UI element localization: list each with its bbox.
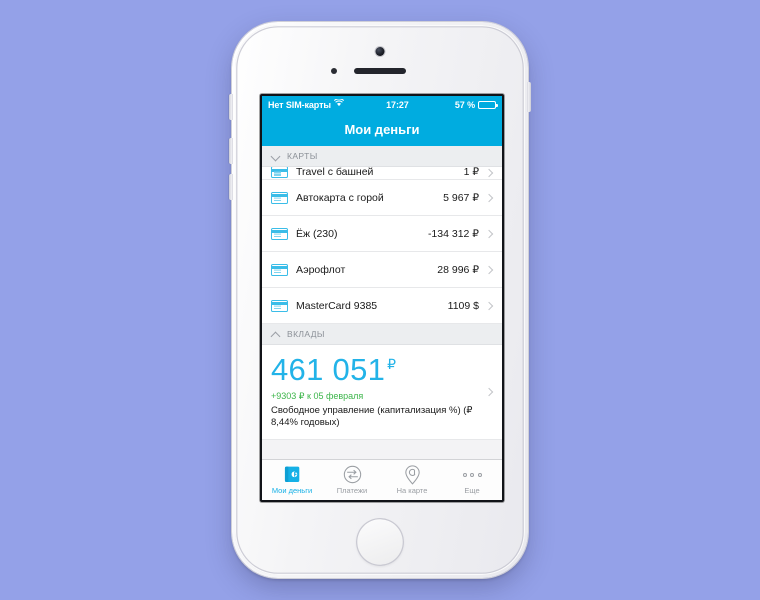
tab-label: На карте	[396, 486, 428, 495]
tab-my-money[interactable]: Мои деньги	[262, 460, 322, 500]
tab-payments[interactable]: Платежи	[322, 460, 382, 500]
map-pin-icon	[404, 464, 421, 485]
home-button[interactable]	[356, 518, 404, 566]
deposit-description: Свободное управление (капитализация %) (…	[271, 405, 473, 429]
chevron-right-icon	[484, 264, 495, 275]
card-name: Автокарта с горой	[296, 191, 384, 204]
phone-device: Нет SIM-карты 17:27 57 % Мои деньги КАРТ…	[229, 22, 531, 578]
volume-down-button[interactable]	[229, 174, 233, 200]
chevron-right-icon	[484, 167, 495, 178]
mute-switch-button[interactable]	[229, 94, 233, 120]
section-header-cards[interactable]: КАРТЫ	[262, 146, 502, 167]
clock-label: 17:27	[386, 99, 409, 110]
status-bar-right: 57 %	[454, 99, 498, 110]
screen-bezel: Нет SIM-карты 17:27 57 % Мои деньги КАРТ…	[260, 94, 504, 502]
card-name: MasterCard 9385	[296, 299, 378, 312]
credit-card-icon	[271, 263, 288, 276]
battery-percent-label: 57 %	[454, 99, 475, 110]
section-header-deposits[interactable]: ВКЛАДЫ	[262, 324, 502, 345]
card-name: Аэрофлот	[296, 263, 346, 276]
table-row[interactable]: Аэрофлот 28 996 ₽	[262, 252, 502, 288]
chevron-right-icon	[484, 300, 495, 311]
card-value: 1 ₽	[463, 167, 479, 178]
tab-on-map[interactable]: На карте	[382, 460, 442, 500]
transfer-icon	[343, 465, 362, 484]
table-row[interactable]: Ёж (230) -134 312 ₽	[262, 216, 502, 252]
more-dots-icon	[462, 465, 482, 484]
card-value: -134 312 ₽	[427, 227, 479, 240]
credit-card-icon	[271, 299, 288, 312]
credit-card-icon	[271, 227, 288, 240]
volume-up-button[interactable]	[229, 138, 233, 164]
deposit-amount-value: 461 051	[271, 352, 386, 387]
credit-card-icon	[271, 167, 288, 178]
phone-screen: Нет SIM-карты 17:27 57 % Мои деньги КАРТ…	[262, 96, 502, 500]
section-title-cards: КАРТЫ	[287, 151, 318, 161]
battery-icon	[478, 100, 498, 109]
table-row[interactable]: MasterCard 9385 1109 $	[262, 288, 502, 324]
proximity-sensor-icon	[331, 68, 337, 74]
deposit-row[interactable]: 461 051 ₽ +9303 ₽ к 05 февраля Свободное …	[262, 345, 502, 441]
chevron-down-icon	[271, 152, 280, 161]
front-camera-icon	[375, 47, 385, 56]
deposit-delta-label: +9303 ₽ к 05 февраля	[271, 391, 364, 401]
deposit-body: 461 051 ₽ +9303 ₽ к 05 февраля Свободное …	[271, 354, 479, 429]
wallet-icon	[283, 465, 302, 484]
card-value: 1109 $	[447, 299, 479, 312]
page-title: Мои деньги	[344, 122, 420, 137]
tab-label: Мои деньги	[271, 486, 313, 495]
card-name: Ёж (230)	[296, 227, 338, 240]
power-button[interactable]	[527, 82, 531, 112]
tab-bar: Мои деньги Платежи На карте Еще	[262, 459, 502, 500]
deposit-amount: 461 051 ₽	[271, 354, 479, 385]
carrier-label: Нет SIM-карты	[268, 99, 331, 110]
card-name: Travel с башней	[296, 167, 374, 178]
cards-list: Travel с башней 1 ₽ Автокарта с горой 5 …	[262, 167, 502, 324]
chevron-up-icon	[271, 330, 280, 339]
table-row[interactable]: Travel с башней 1 ₽	[262, 167, 502, 180]
main-content[interactable]: КАРТЫ Travel с башней 1 ₽ Автокарта с го…	[262, 146, 502, 460]
chevron-right-icon	[484, 386, 495, 397]
tab-more[interactable]: Еще	[442, 460, 502, 500]
tab-label: Еще	[464, 486, 480, 495]
card-value: 28 996 ₽	[437, 263, 479, 276]
credit-card-icon	[271, 191, 288, 204]
earpiece-speaker-icon	[354, 68, 406, 74]
tab-label: Платежи	[336, 486, 368, 495]
deposit-currency-symbol: ₽	[387, 355, 397, 372]
table-row[interactable]: Автокарта с горой 5 967 ₽	[262, 180, 502, 216]
status-bar: Нет SIM-карты 17:27 57 %	[262, 96, 502, 113]
section-title-deposits: ВКЛАДЫ	[287, 329, 325, 339]
card-value: 5 967 ₽	[443, 191, 479, 204]
nav-bar: Мои деньги	[262, 113, 502, 146]
chevron-right-icon	[484, 228, 495, 239]
status-bar-left: Нет SIM-карты	[268, 98, 345, 110]
wifi-icon	[333, 98, 345, 110]
chevron-right-icon	[484, 192, 495, 203]
